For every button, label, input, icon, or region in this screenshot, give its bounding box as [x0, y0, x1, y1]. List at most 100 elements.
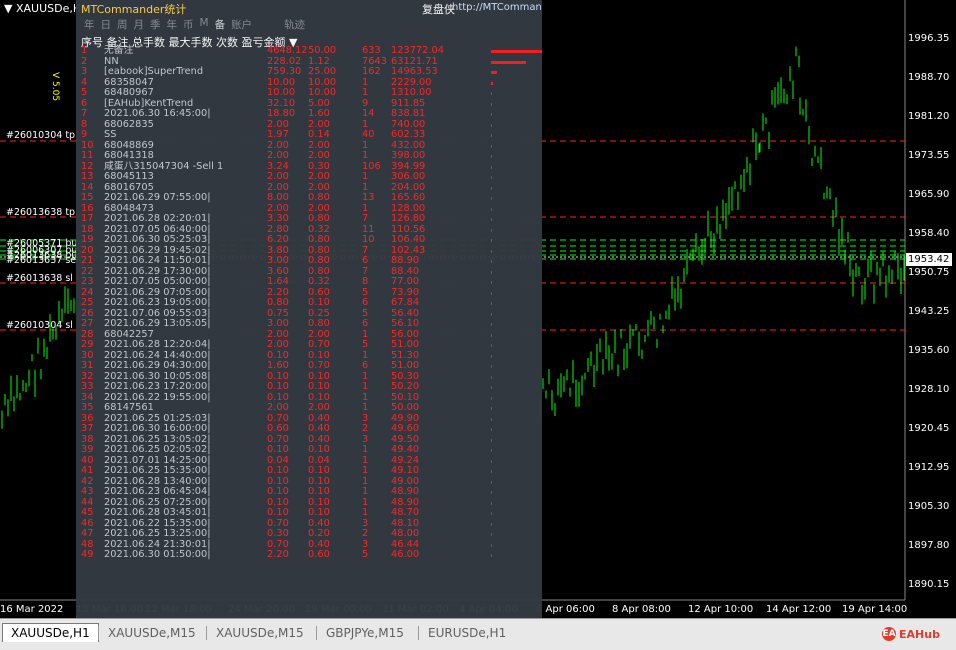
table-cell-pnl: 49.40 [391, 444, 420, 455]
table-cell-note: 2021.06.24 11:50:01| [104, 255, 211, 266]
table-row[interactable]: 11 68041318 2.00 2.00 1 398.00 [81, 150, 492, 162]
panel-tab[interactable]: 季 [150, 17, 161, 31]
table-row[interactable]: 13 68045113 2.00 2.00 1 306.00 [81, 171, 492, 183]
table-row[interactable]: 31 2021.06.29 04:30:00| 1.60 0.70 6 51.00 [81, 360, 492, 372]
panel-tab[interactable]: 日 [101, 17, 112, 31]
chart-tab[interactable]: EURUSDe,H1 [420, 624, 514, 642]
price-tick-label: 1996.35 [908, 33, 950, 44]
panel-tab[interactable]: 备 [215, 17, 226, 31]
table-row[interactable]: 19 2021.06.30 05:25:03| 6.20 0.80 10 106.40 [81, 234, 492, 246]
table-cell-note: SS [104, 129, 117, 140]
table-cell-n: 5 [81, 87, 88, 98]
panel-tab[interactable]: 币 [183, 17, 194, 31]
table-row[interactable]: 49 2021.06.30 01:50:00| 2.20 0.60 5 46.00 [81, 549, 492, 561]
table-row[interactable]: 15 2021.06.29 07:55:00| 8.00 0.80 13 165.60 [81, 192, 492, 204]
pnl-bar [491, 375, 492, 379]
table-cell-n: 7 [81, 108, 88, 119]
table-row[interactable]: 3 [eabook]SuperTrend 759.30 25.00 162 14963.5… [81, 66, 497, 78]
pnl-bar [491, 50, 542, 53]
table-cell-note: 2021.06.29 13:05:05| [104, 318, 211, 329]
table-cell-max: 0.32 [308, 276, 330, 287]
table-row[interactable]: 45 2021.06.28 03:45:01| 0.10 0.10 1 48.70 [81, 507, 492, 519]
table-row[interactable]: 27 2021.06.29 13:05:05| 3.00 0.80 6 56.10 [81, 318, 492, 330]
table-cell-max: 0.10 [308, 486, 330, 497]
table-cell-pnl: 46.00 [391, 549, 420, 560]
table-row[interactable]: 9 SS 1.97 0.14 40 602.33 [81, 129, 492, 141]
table-cell-note: 68147561 [104, 402, 154, 413]
table-cell-count: 2 [362, 528, 369, 539]
table-row[interactable]: 7 2021.06.30 16:45:00| 18.80 1.60 14 838.81 [81, 108, 492, 120]
price-chart[interactable]: ▼ XAUUSDe,H1 V 5.05 1996.35 1988.70 1981.2… [0, 0, 956, 618]
table-cell-lots: 2.00 [267, 339, 289, 350]
table-cell-pnl: 126.80 [391, 213, 426, 224]
table-cell-lots: 3.00 [267, 318, 289, 329]
chart-tab[interactable]: GBPJPYe,M15 [318, 624, 412, 642]
table-row[interactable]: 5 68480967 10.00 10.00 1 1310.00 [81, 87, 492, 99]
table-cell-pnl: 51.00 [391, 360, 420, 371]
panel-tab[interactable]: 账户 [231, 17, 252, 31]
chart-tab[interactable]: XAUUSDe,M15 [100, 624, 204, 642]
table-cell-count: 1 [362, 486, 369, 497]
table-cell-note: 2021.06.25 02:05:02| [104, 444, 211, 455]
table-row[interactable]: 35 68147561 2.00 2.00 1 50.00 [81, 402, 492, 414]
table-cell-lots: 4648.12 [267, 45, 308, 56]
table-cell-count: 7 [362, 213, 369, 224]
pnl-bar [491, 302, 492, 305]
price-tick-label: 1897.80 [908, 540, 950, 551]
table-row[interactable]: 17 2021.06.28 02:20:01| 3.30 0.80 7 126.80 [81, 213, 492, 225]
table-row[interactable]: 29 2021.06.28 12:20:04| 2.00 0.70 5 51.00 [81, 339, 492, 351]
table-row[interactable]: 37 2021.06.30 16:00:00| 0.60 0.40 2 49.60 [81, 423, 492, 435]
panel-tab[interactable]: 月 [134, 17, 145, 31]
table-cell-count: 1 [362, 171, 369, 182]
panel-tab[interactable]: M [200, 17, 209, 31]
table-cell-note: 2021.06.30 16:45:00| [104, 108, 211, 119]
table-cell-n: 29 [81, 339, 94, 350]
table-row[interactable]: 21 2021.06.24 11:50:01| 3.00 0.80 6 88.90 [81, 255, 492, 267]
panel-title-bar[interactable]: MTCommander统计 复盘侠 http://MTCommander.com [76, 0, 542, 16]
pnl-bar [491, 60, 526, 64]
table-row[interactable]: 1 无备注 4648.12 50.00 633 123772.04 [81, 45, 542, 57]
order-label: #26013638 tp [6, 207, 76, 218]
table-cell-n: 37 [81, 423, 94, 434]
pnl-bar [491, 123, 492, 127]
table-cell-count: 1 [362, 87, 369, 98]
panel-tab[interactable]: 年 [84, 17, 95, 31]
table-cell-pnl: 48.00 [391, 528, 420, 539]
eahub-logo: EA EAHub [882, 625, 940, 643]
pnl-bar [491, 438, 492, 442]
table-row[interactable]: 41 2021.06.25 15:35:00| 0.10 0.10 1 49.10 [81, 465, 492, 477]
pnl-bar [491, 491, 492, 494]
table-cell-note: 2021.06.30 16:00:00| [104, 423, 211, 434]
table-cell-lots: 2.00 [267, 171, 289, 182]
table-cell-max: 0.80 [308, 318, 330, 329]
table-cell-n: 13 [81, 171, 94, 182]
panel-tab[interactable]: 轨迹 [284, 17, 305, 31]
current-price-badge: 1953.42 [906, 253, 952, 266]
chart-tab[interactable]: XAUUSDe,H1 [2, 623, 99, 642]
table-row[interactable]: 25 2021.06.23 19:05:00| 0.80 0.10 6 67.84 [81, 297, 492, 309]
table-row[interactable]: 47 2021.06.25 13:25:00| 0.30 0.20 2 48.00 [81, 528, 492, 540]
table-cell-note: 68045113 [104, 171, 154, 182]
table-row[interactable]: 39 2021.06.25 02:05:02| 0.10 0.10 1 49.40 [81, 444, 492, 456]
table-row[interactable]: 43 2021.06.23 06:45:04| 0.10 0.10 1 48.90 [81, 486, 492, 498]
panel-tab[interactable]: 周 [117, 17, 128, 31]
table-cell-lots: 8.00 [267, 192, 289, 203]
order-label: #26013638 sl [6, 273, 73, 284]
statistics-panel[interactable]: MTCommander统计 复盘侠 http://MTCommander.com… [76, 0, 542, 618]
price-tick-label: 1912.95 [908, 462, 950, 473]
pnl-bar [491, 417, 492, 421]
table-cell-pnl: 48.90 [391, 486, 420, 497]
table-cell-pnl: 602.33 [391, 129, 426, 140]
table-row[interactable]: 23 2021.07.05 05:00:00| 1.64 0.32 8 77.00 [81, 276, 492, 288]
table-cell-pnl: 123772.04 [391, 45, 444, 56]
pnl-bar [491, 291, 492, 295]
table-cell-count: 5 [362, 549, 369, 560]
table-row[interactable]: 33 2021.06.23 17:20:00| 0.10 0.10 1 50.20 [81, 381, 492, 393]
table-cell-n: 21 [81, 255, 94, 266]
chart-tab[interactable]: XAUUSDe,M15 [208, 624, 312, 642]
panel-url-link[interactable]: http://MTCommander.com [452, 2, 542, 13]
table-cell-lots: 1.97 [267, 129, 289, 140]
panel-tab[interactable]: 年 [167, 17, 178, 31]
table-cell-note: 2021.06.28 02:20:01| [104, 213, 211, 224]
pnl-bar [491, 522, 492, 526]
